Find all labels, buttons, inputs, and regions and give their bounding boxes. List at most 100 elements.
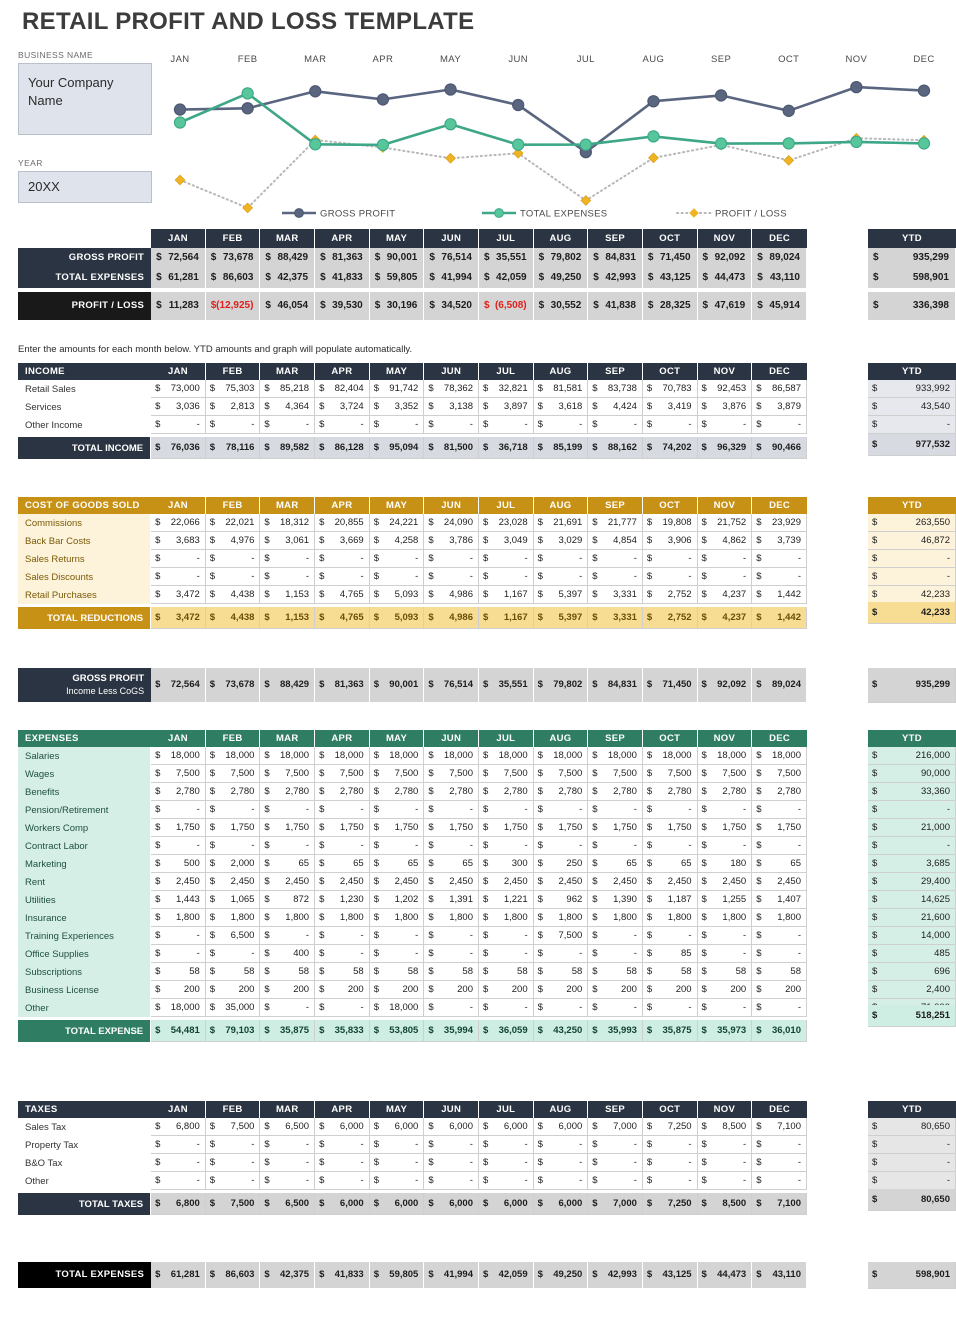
- data-cell[interactable]: $ -: [260, 1154, 316, 1172]
- data-cell[interactable]: $ -: [478, 801, 534, 819]
- data-cell[interactable]: $2,450: [533, 873, 589, 891]
- data-cell[interactable]: $32,821: [478, 380, 534, 398]
- data-cell[interactable]: $6,000: [533, 1118, 589, 1136]
- data-cell[interactable]: $ -: [205, 1136, 261, 1154]
- data-cell[interactable]: $ -: [642, 801, 698, 819]
- data-cell[interactable]: $7,500: [697, 765, 753, 783]
- data-cell[interactable]: $73,000: [151, 380, 206, 398]
- data-cell[interactable]: $21,691: [533, 514, 589, 532]
- data-cell[interactable]: $7,500: [260, 765, 316, 783]
- data-cell[interactable]: $43,540: [868, 398, 956, 416]
- data-cell[interactable]: $ -: [752, 1172, 807, 1190]
- data-cell[interactable]: $ -: [868, 837, 956, 855]
- data-cell[interactable]: $ -: [533, 801, 589, 819]
- data-cell[interactable]: $ -: [151, 416, 206, 434]
- data-cell[interactable]: $7,250: [642, 1118, 698, 1136]
- data-cell[interactable]: $500: [151, 855, 206, 873]
- data-cell[interactable]: $ -: [588, 801, 643, 819]
- data-cell[interactable]: $ -: [533, 1154, 589, 1172]
- data-cell[interactable]: $200: [260, 981, 316, 999]
- data-cell[interactable]: $ -: [205, 416, 261, 434]
- data-cell[interactable]: $65: [260, 855, 316, 873]
- data-cell[interactable]: $ -: [151, 568, 206, 586]
- data-cell[interactable]: $58: [478, 963, 534, 981]
- data-cell[interactable]: $7,500: [478, 765, 534, 783]
- data-cell[interactable]: $1,187: [642, 891, 698, 909]
- data-cell[interactable]: $46,872: [868, 532, 956, 550]
- data-cell[interactable]: $1,750: [697, 819, 753, 837]
- data-cell[interactable]: $ -: [478, 927, 534, 945]
- data-cell[interactable]: $2,450: [205, 873, 261, 891]
- data-cell[interactable]: $58: [260, 963, 316, 981]
- data-cell[interactable]: $29,400: [868, 873, 956, 891]
- data-cell[interactable]: $ -: [752, 999, 807, 1017]
- data-cell[interactable]: $3,029: [533, 532, 589, 550]
- data-cell[interactable]: $1,750: [478, 819, 534, 837]
- data-cell[interactable]: $3,685: [868, 855, 956, 873]
- data-cell[interactable]: $3,724: [315, 398, 370, 416]
- data-cell[interactable]: $ -: [478, 568, 534, 586]
- data-cell[interactable]: $1,750: [369, 819, 425, 837]
- data-cell[interactable]: $ -: [151, 945, 206, 963]
- data-cell[interactable]: $3,049: [478, 532, 534, 550]
- data-cell[interactable]: $1,750: [588, 819, 643, 837]
- data-cell[interactable]: $6,000: [369, 1118, 425, 1136]
- data-cell[interactable]: $2,780: [260, 783, 316, 801]
- data-cell[interactable]: $ -: [369, 1154, 425, 1172]
- data-cell[interactable]: $22,021: [205, 514, 261, 532]
- data-cell[interactable]: $ -: [533, 1136, 589, 1154]
- data-cell[interactable]: $4,364: [260, 398, 316, 416]
- data-cell[interactable]: $ -: [697, 416, 753, 434]
- data-cell[interactable]: $19,808: [642, 514, 698, 532]
- data-cell[interactable]: $2,780: [478, 783, 534, 801]
- data-cell[interactable]: $ -: [424, 1136, 479, 1154]
- data-cell[interactable]: $85: [642, 945, 698, 963]
- data-cell[interactable]: $ -: [642, 1154, 698, 1172]
- data-cell[interactable]: $1,800: [424, 909, 479, 927]
- data-cell[interactable]: $872: [260, 891, 316, 909]
- data-cell[interactable]: $82,404: [315, 380, 370, 398]
- data-cell[interactable]: $ -: [369, 927, 425, 945]
- data-cell[interactable]: $ -: [588, 550, 643, 568]
- data-cell[interactable]: $7,500: [205, 1118, 261, 1136]
- data-cell[interactable]: $ -: [642, 416, 698, 434]
- data-cell[interactable]: $4,976: [205, 532, 261, 550]
- data-cell[interactable]: $6,000: [424, 1118, 479, 1136]
- data-cell[interactable]: $18,000: [369, 747, 425, 765]
- data-cell[interactable]: $6,500: [260, 1118, 316, 1136]
- data-cell[interactable]: $ -: [424, 416, 479, 434]
- data-cell[interactable]: $ -: [752, 801, 807, 819]
- data-cell[interactable]: $ -: [315, 1172, 370, 1190]
- data-cell[interactable]: $7,500: [533, 765, 589, 783]
- data-cell[interactable]: $1,750: [315, 819, 370, 837]
- data-cell[interactable]: $ -: [588, 1136, 643, 1154]
- data-cell[interactable]: $ -: [315, 999, 370, 1017]
- data-cell[interactable]: $20,855: [315, 514, 370, 532]
- data-cell[interactable]: $200: [151, 981, 206, 999]
- data-cell[interactable]: $ -: [588, 945, 643, 963]
- data-cell[interactable]: $14,625: [868, 891, 956, 909]
- data-cell[interactable]: $4,237: [697, 586, 753, 604]
- data-cell[interactable]: $ -: [205, 568, 261, 586]
- data-cell[interactable]: $1,750: [205, 819, 261, 837]
- data-cell[interactable]: $ -: [205, 837, 261, 855]
- data-cell[interactable]: $7,500: [151, 765, 206, 783]
- data-cell[interactable]: $65: [752, 855, 807, 873]
- data-cell[interactable]: $ -: [478, 416, 534, 434]
- data-cell[interactable]: $ -: [478, 945, 534, 963]
- data-cell[interactable]: $18,000: [424, 747, 479, 765]
- data-cell[interactable]: $ -: [151, 927, 206, 945]
- data-cell[interactable]: $7,000: [588, 1118, 643, 1136]
- data-cell[interactable]: $ -: [260, 568, 316, 586]
- data-cell[interactable]: $ -: [315, 416, 370, 434]
- data-cell[interactable]: $ -: [424, 801, 479, 819]
- data-cell[interactable]: $2,780: [642, 783, 698, 801]
- data-cell[interactable]: $200: [478, 981, 534, 999]
- data-cell[interactable]: $6,000: [315, 1118, 370, 1136]
- data-cell[interactable]: $ -: [697, 927, 753, 945]
- data-cell[interactable]: $85,218: [260, 380, 316, 398]
- data-cell[interactable]: $ -: [205, 1154, 261, 1172]
- data-cell[interactable]: $6,000: [478, 1118, 534, 1136]
- data-cell[interactable]: $18,000: [205, 747, 261, 765]
- data-cell[interactable]: $3,472: [151, 586, 206, 604]
